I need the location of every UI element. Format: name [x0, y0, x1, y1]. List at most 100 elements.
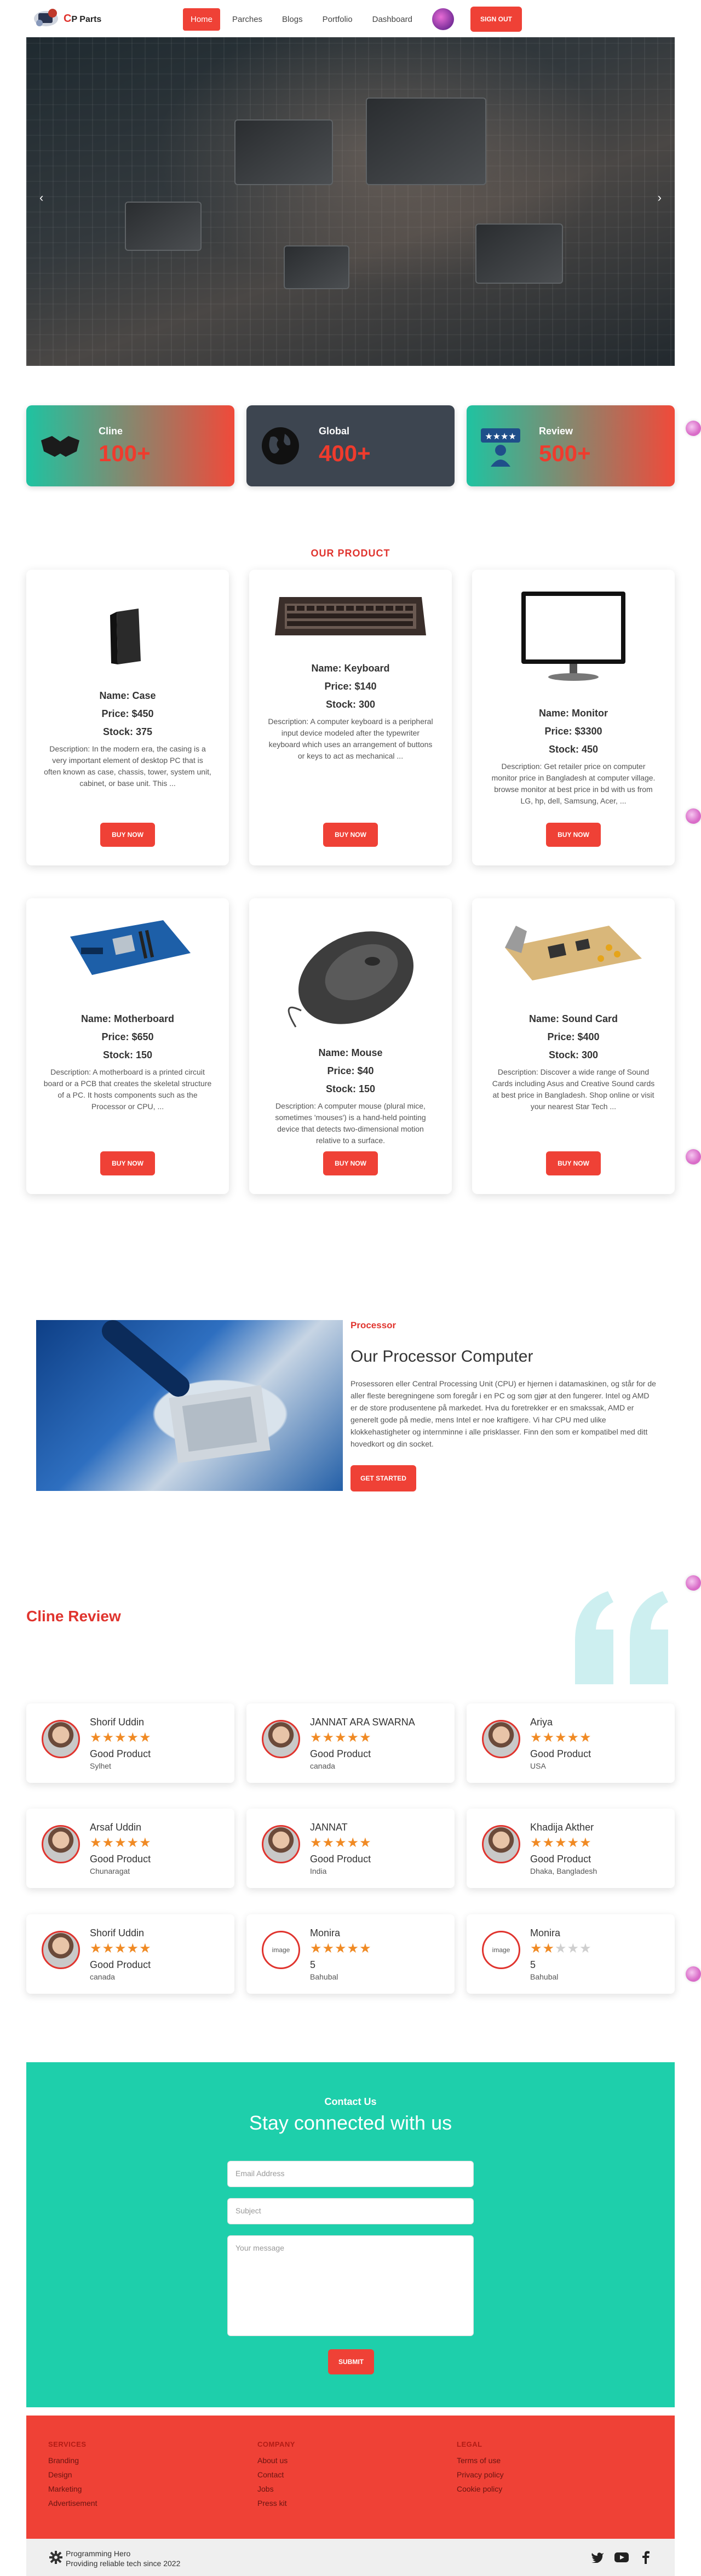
floating-chat-icon[interactable]: [686, 1149, 701, 1164]
nav-portfolio[interactable]: Portfolio: [315, 8, 360, 31]
stat-label: Global: [319, 425, 350, 437]
product-stock: Stock: 450: [548, 744, 599, 755]
reviewer-name: Arsaf Uddin: [90, 1822, 142, 1833]
footer-bottom: Programming Hero Providing reliable tech…: [26, 2539, 675, 2576]
reviewer-location: Sylhet: [90, 1762, 111, 1770]
chevron-right-icon[interactable]: ›: [658, 191, 662, 205]
footer-link[interactable]: Contact: [257, 2470, 295, 2479]
star-icon: ★: [359, 1730, 372, 1745]
stat-label: Cline: [99, 425, 123, 437]
nav-dashboard[interactable]: Dashboard: [365, 8, 420, 31]
subject-field[interactable]: Subject: [227, 2198, 474, 2224]
product-stock: Stock: 300: [325, 699, 376, 710]
footer-heading: COMPANY: [257, 2440, 295, 2448]
product-stock: Stock: 375: [102, 726, 153, 737]
footer-link[interactable]: Privacy policy: [457, 2470, 504, 2479]
footer-link[interactable]: Cookie policy: [457, 2485, 504, 2493]
twitter-icon[interactable]: [590, 2551, 605, 2564]
product-price: Price: $140: [324, 681, 377, 692]
processor-description: Prosessoren eller Central Processing Uni…: [350, 1379, 656, 1448]
nav-home[interactable]: Home: [183, 8, 221, 31]
product-name: Name: Motherboard: [81, 1013, 174, 1024]
contact-kicker: Contact Us: [324, 2096, 377, 2107]
floating-chat-icon[interactable]: [686, 808, 701, 824]
product-description: Description: Discover a wide range of So…: [492, 1068, 655, 1111]
star-rating: ★★★★★: [530, 1731, 592, 1745]
star-icon: ★: [579, 1835, 592, 1850]
product-description: Description: A computer mouse (plural mi…: [275, 1101, 426, 1145]
buy-now-button[interactable]: BUY NOW: [546, 1151, 601, 1175]
nav-parches[interactable]: Parches: [225, 8, 270, 31]
footer-column-services: SERVICES Branding Design Marketing Adver…: [48, 2440, 97, 2513]
reviewer-avatar: [42, 1720, 80, 1758]
review-icon: ★★★★: [479, 424, 522, 468]
reviewer-location: Bahubal: [530, 1972, 559, 1981]
facebook-icon[interactable]: [639, 2551, 653, 2564]
star-icon: ★: [114, 1835, 127, 1850]
footer-links: SERVICES Branding Design Marketing Adver…: [26, 2416, 675, 2539]
stat-card-cline: Cline 100+: [26, 405, 234, 486]
review-text: Good Product: [90, 1854, 151, 1864]
get-started-button[interactable]: GET STARTED: [350, 1465, 416, 1491]
stat-label: Review: [539, 425, 573, 437]
star-rating: ★★★★★: [90, 1731, 152, 1745]
email-field[interactable]: Email Address: [227, 2161, 474, 2187]
buy-now-button[interactable]: BUY NOW: [100, 823, 155, 847]
globe-icon: [258, 424, 302, 468]
monitor-image: [494, 581, 653, 690]
star-icon: ★: [139, 1730, 152, 1745]
buy-now-button[interactable]: BUY NOW: [323, 1151, 378, 1175]
buy-now-button[interactable]: BUY NOW: [323, 823, 378, 847]
star-icon: ★: [579, 1730, 592, 1745]
floating-chat-icon[interactable]: [686, 1575, 701, 1591]
star-icon: ★: [555, 1730, 567, 1745]
user-avatar[interactable]: [432, 8, 454, 30]
star-icon: ★: [310, 1730, 323, 1745]
footer-heading: LEGAL: [457, 2440, 482, 2448]
nav-blogs[interactable]: Blogs: [274, 8, 311, 31]
star-icon: ★: [90, 1730, 102, 1745]
product-stock: Stock: 150: [102, 1049, 153, 1060]
buy-now-button[interactable]: BUY NOW: [100, 1151, 155, 1175]
chevron-left-icon[interactable]: ‹: [39, 191, 43, 205]
footer-link[interactable]: Design: [48, 2470, 97, 2479]
star-icon: ★: [542, 1941, 555, 1956]
submit-button[interactable]: SUBMIT: [328, 2349, 374, 2374]
footer-link[interactable]: Marketing: [48, 2485, 97, 2493]
floating-chat-icon[interactable]: [686, 421, 701, 436]
sign-out-button[interactable]: SIGN OUT: [470, 7, 522, 32]
contact-section: Contact Us Stay connected with us Email …: [26, 2062, 675, 2407]
footer-link[interactable]: About us: [257, 2456, 295, 2465]
footer-link[interactable]: Advertisement: [48, 2499, 97, 2508]
product-stock: Stock: 300: [548, 1049, 599, 1060]
footer-link[interactable]: Jobs: [257, 2485, 295, 2493]
product-card: Name: Monitor Price: $3300 Stock: 450 De…: [472, 570, 675, 865]
review-text: Good Product: [90, 1959, 151, 1970]
star-icon: ★: [322, 1941, 335, 1956]
reviewer-name: Shorif Uddin: [90, 1717, 145, 1728]
star-icon: ★: [579, 1941, 592, 1956]
footer-link[interactable]: Press kit: [257, 2499, 295, 2508]
reviewer-location: USA: [530, 1762, 546, 1770]
footer-link[interactable]: Terms of use: [457, 2456, 504, 2465]
reviewer-name: Shorif Uddin: [90, 1927, 145, 1938]
pc-case-image: [48, 598, 207, 675]
star-icon: ★: [567, 1941, 580, 1956]
brand-initial: C: [64, 12, 72, 25]
products-section-title: OUR PRODUCT: [311, 548, 390, 559]
brand[interactable]: CP Parts: [32, 7, 101, 31]
footer-link[interactable]: Branding: [48, 2456, 97, 2465]
product-price: Price: $3300: [544, 726, 602, 737]
message-field[interactable]: Your message: [227, 2235, 474, 2336]
footer-company: Programming Hero Providing reliable tech…: [66, 2549, 180, 2568]
youtube-icon[interactable]: [614, 2551, 629, 2564]
reviewer-name: JANNAT ARA SWARNA: [310, 1717, 415, 1728]
brand-name-text: P Parts: [71, 14, 102, 24]
star-rating: ★★★★★: [90, 1836, 152, 1850]
buy-now-button[interactable]: BUY NOW: [546, 823, 601, 847]
star-icon: ★: [139, 1835, 152, 1850]
hero-chip: [234, 119, 333, 185]
brand-logo-icon: [32, 7, 60, 31]
reviewer-avatar: [262, 1825, 300, 1863]
floating-chat-icon[interactable]: [686, 1966, 701, 1982]
